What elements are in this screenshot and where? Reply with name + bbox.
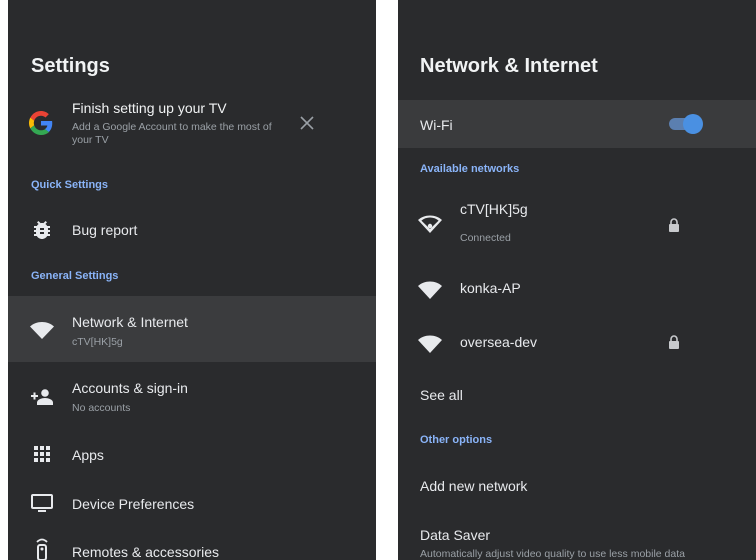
data-saver-item[interactable]: Data Saver Automatically adjust video qu… [398, 520, 756, 560]
data-saver-subtitle: Automatically adjust video quality to us… [420, 548, 685, 560]
wifi-toggle-row[interactable]: Wi-Fi [398, 100, 756, 148]
setup-title: Finish setting up your TV [72, 100, 227, 116]
device-preferences-label: Device Preferences [72, 496, 195, 512]
network-name: cTV[HK]5g [460, 201, 528, 217]
network-internet-item[interactable]: Network & Internet cTV[HK]5g [8, 296, 376, 362]
remotes-accessories-label: Remotes & accessories [72, 544, 220, 560]
wifi-signal-icon [418, 215, 442, 233]
general-settings-header: General Settings [31, 270, 119, 282]
available-networks-header: Available networks [420, 163, 520, 175]
network-item[interactable]: konka-AP [398, 270, 756, 306]
bug-report-item[interactable]: Bug report [8, 212, 376, 248]
see-all-label: See all [420, 387, 463, 403]
add-new-network-label: Add new network [420, 478, 528, 494]
remote-icon [36, 538, 48, 560]
close-icon[interactable] [300, 116, 314, 130]
wifi-label: Wi-Fi [420, 117, 453, 133]
wifi-signal-icon [418, 281, 442, 299]
bug-report-label: Bug report [72, 222, 138, 238]
google-logo-icon [29, 111, 53, 135]
wifi-signal-icon [418, 335, 442, 353]
remotes-accessories-item[interactable]: Remotes & accessories [8, 532, 376, 560]
network-name: konka-AP [460, 280, 521, 296]
tv-icon [31, 494, 53, 512]
other-options-header: Other options [420, 434, 493, 446]
accounts-signin-sub: No accounts [72, 402, 131, 414]
wifi-icon [30, 322, 54, 339]
add-new-network-item[interactable]: Add new network [398, 470, 756, 502]
accounts-signin-label: Accounts & sign-in [72, 380, 188, 396]
finish-setup-card[interactable]: Finish setting up your TV Add a Google A… [8, 96, 376, 156]
lock-icon [669, 218, 679, 232]
data-saver-title: Data Saver [420, 527, 491, 543]
accounts-signin-item[interactable]: Accounts & sign-in No accounts [8, 372, 376, 422]
settings-title: Settings [31, 55, 110, 77]
lock-icon [669, 335, 679, 349]
wifi-switch-knob [683, 114, 703, 134]
apps-item[interactable]: Apps [8, 437, 376, 473]
network-internet-label: Network & Internet [72, 314, 188, 330]
settings-panel: Settings Finish setting up your TV Add a… [8, 0, 376, 560]
network-title: Network & Internet [420, 55, 598, 77]
add-person-icon [31, 389, 53, 405]
network-item[interactable]: cTV[HK]5g Connected [398, 195, 756, 251]
wifi-switch[interactable] [669, 114, 703, 134]
apps-label: Apps [72, 447, 104, 463]
network-internet-sub: cTV[HK]5g [72, 336, 123, 348]
network-internet-panel: Network & Internet Wi-Fi Available netwo… [398, 0, 756, 560]
quick-settings-header: Quick Settings [31, 179, 109, 191]
network-item[interactable]: oversea-dev [398, 324, 756, 360]
device-preferences-item[interactable]: Device Preferences [8, 485, 376, 521]
network-status: Connected [460, 232, 511, 244]
network-name: oversea-dev [460, 334, 538, 350]
apps-grid-icon [34, 446, 50, 462]
see-all-item[interactable]: See all [398, 378, 756, 410]
bug-icon [34, 221, 50, 239]
setup-subtitle: Add a Google Account to make the most of… [72, 121, 272, 146]
